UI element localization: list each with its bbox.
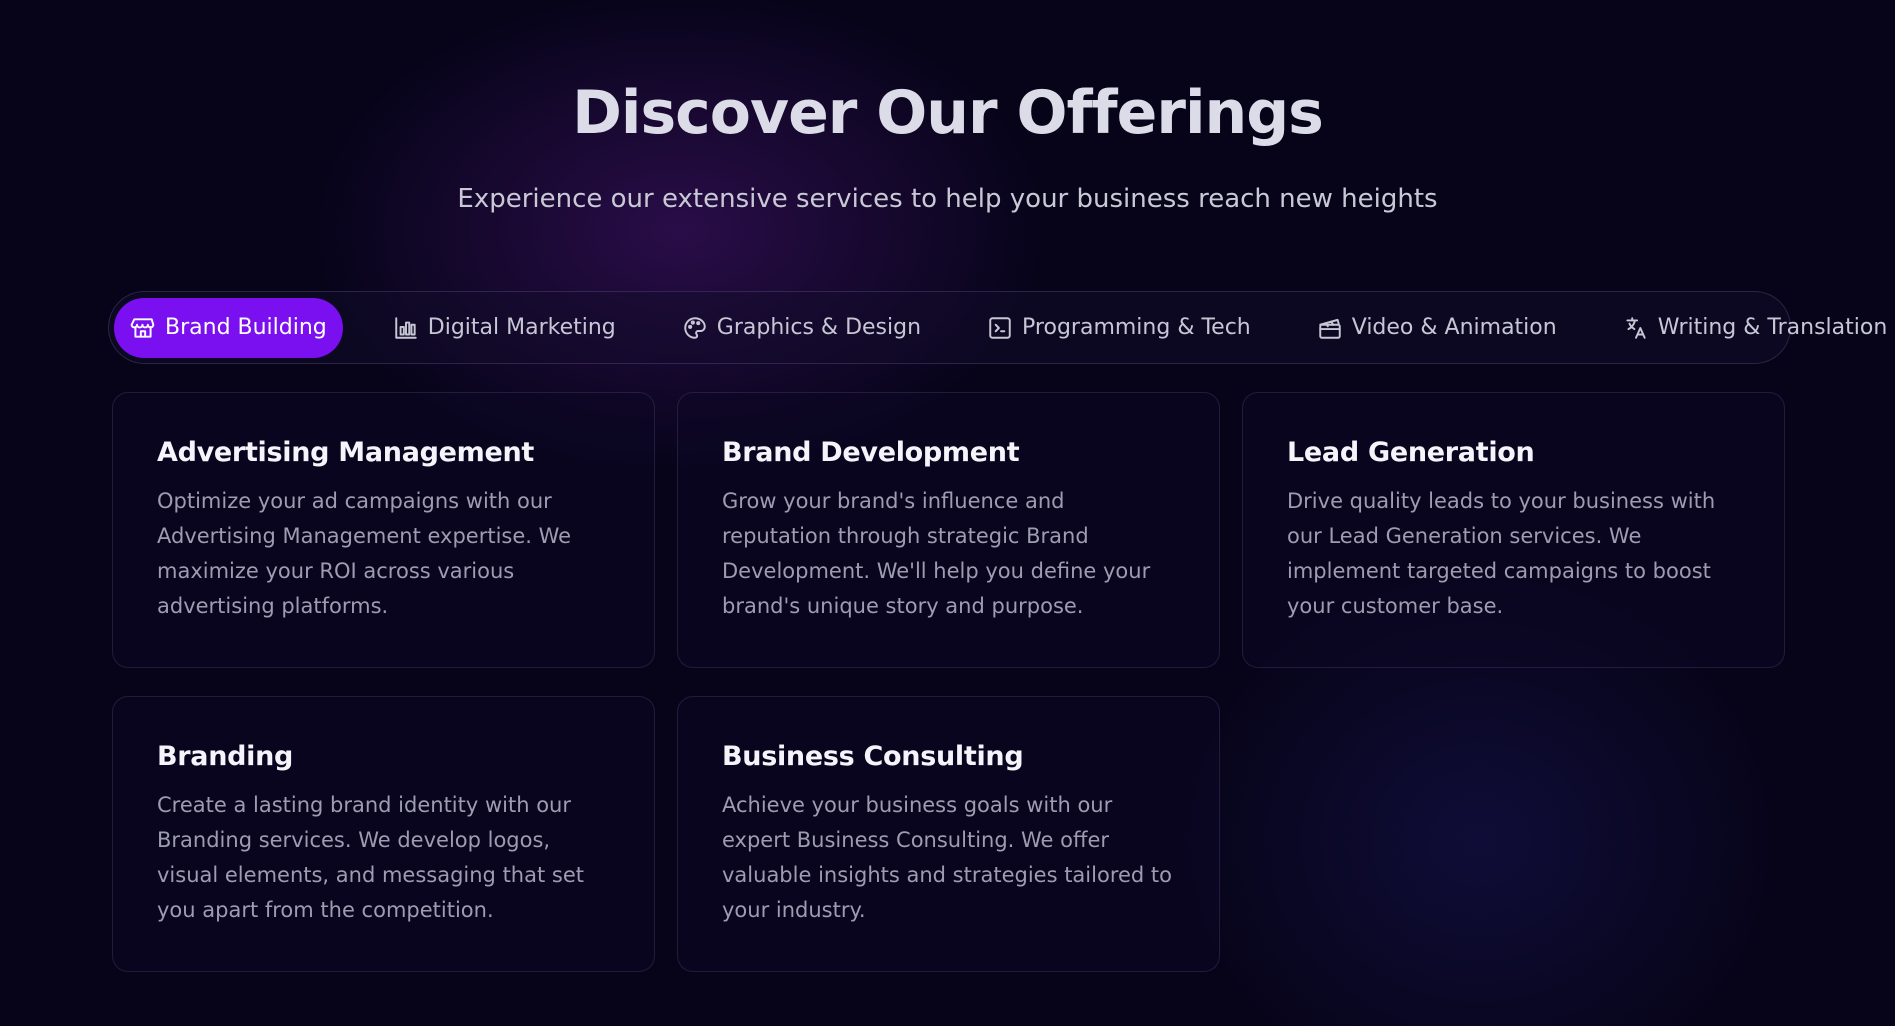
card-description: Optimize your ad campaigns with our Adve… <box>157 489 572 618</box>
card-description: Achieve your business goals with our exp… <box>722 793 1172 922</box>
tab-graphics-design[interactable]: Graphics & Design <box>666 298 937 358</box>
card-title: Lead Generation <box>1287 437 1535 468</box>
offering-card[interactable]: Business Consulting Achieve your busines… <box>677 696 1220 972</box>
tab-writing-translation[interactable]: Writing & Translation <box>1607 298 1895 358</box>
offering-card[interactable]: Branding Create a lasting brand identity… <box>112 696 655 972</box>
card-description: Create a lasting brand identity with our… <box>157 793 584 922</box>
tab-digital-marketing[interactable]: Digital Marketing <box>377 298 632 358</box>
bar-chart-icon <box>395 316 417 339</box>
offering-card[interactable]: Advertising Management Optimize your ad … <box>112 392 655 668</box>
tab-label: Programming & Tech <box>1022 315 1251 340</box>
page-title: Discover Our Offerings <box>572 78 1324 148</box>
offering-card[interactable]: Brand Development Grow your brand's infl… <box>677 392 1220 668</box>
tab-label: Digital Marketing <box>427 315 616 340</box>
palette-icon <box>684 316 706 339</box>
terminal-icon <box>989 316 1011 339</box>
clapperboard-icon <box>1319 318 1341 339</box>
translate-icon <box>1626 316 1646 339</box>
tab-label: Graphics & Design <box>716 315 922 340</box>
tab-video-animation[interactable]: Video & Animation <box>1301 298 1573 358</box>
card-title: Business Consulting <box>722 741 1024 772</box>
tab-label: Brand Building <box>165 315 327 340</box>
card-title: Brand Development <box>722 437 1020 468</box>
card-title: Advertising Management <box>157 437 535 468</box>
page-subtitle: Experience our extensive services to hel… <box>457 184 1438 214</box>
tab-programming-tech[interactable]: Programming & Tech <box>971 298 1267 358</box>
service-tabs: Brand Building Digital Marketing Graphic… <box>108 291 1887 364</box>
tab-brand-building[interactable]: Brand Building <box>114 297 343 358</box>
card-description: Drive quality leads to your business wit… <box>1287 489 1716 618</box>
tab-label: Video & Animation <box>1351 315 1557 340</box>
store-icon <box>130 317 155 338</box>
offering-card[interactable]: Lead Generation Drive quality leads to y… <box>1242 392 1785 668</box>
offerings-grid: Advertising Management Optimize your ad … <box>112 392 1786 972</box>
card-title: Branding <box>157 741 294 772</box>
card-description: Grow your brand's influence and reputati… <box>722 489 1151 618</box>
tab-label: Writing & Translation <box>1657 315 1888 340</box>
